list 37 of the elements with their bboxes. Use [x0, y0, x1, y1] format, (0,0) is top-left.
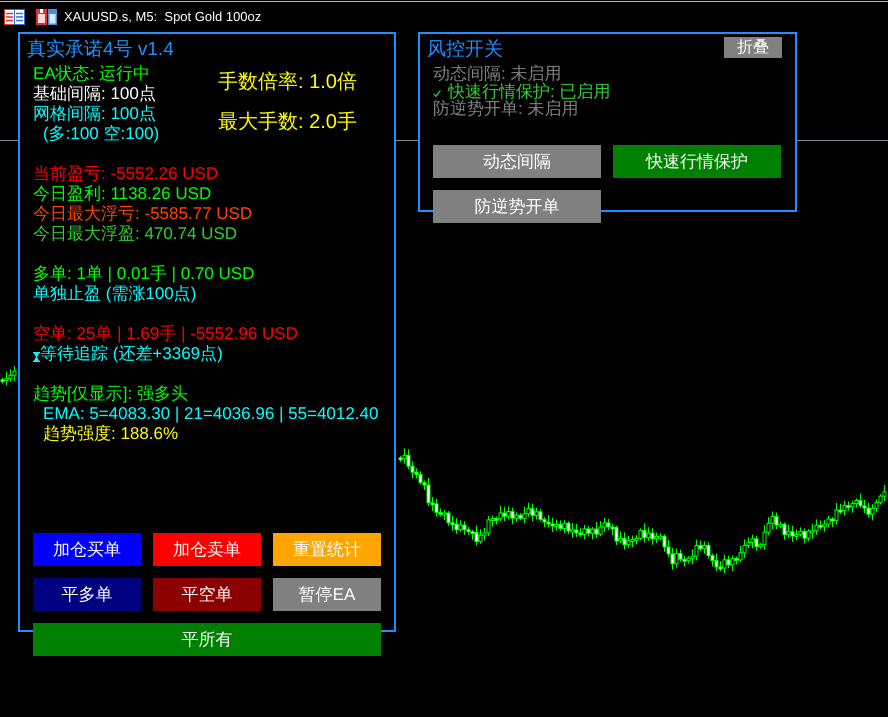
window-title: XAUUSD.s, M5: Spot Gold 100oz: [64, 9, 262, 25]
status-text: EMA: 5=4083.30 | 21=4036.96 | 55=4012.40: [43, 404, 378, 424]
action-button[interactable]: 暂停EA: [273, 578, 381, 611]
layout-icon[interactable]: [36, 9, 57, 25]
status-text: 当前盈亏: -5552.26 USD: [33, 164, 218, 184]
toggle-status-text: 动态间隔: 未启用: [433, 65, 562, 82]
action-button[interactable]: 平多单: [33, 578, 141, 611]
hourglass-icon: [33, 352, 40, 362]
action-button[interactable]: 加仓买单: [33, 533, 141, 566]
status-text: EA状态: 运行中: [33, 64, 150, 84]
toggle-button[interactable]: 动态间隔: [433, 144, 601, 178]
toggle-button[interactable]: 快速行情保护: [613, 144, 781, 178]
collapse-button[interactable]: 折叠: [724, 37, 782, 58]
lot-setting-text: 最大手数: 2.0手: [218, 110, 357, 135]
toggle-status-text: 快速行情保护: 已启用: [448, 82, 610, 100]
status-text: 趋势强度: 188.6%: [43, 424, 178, 444]
action-button[interactable]: 平空单: [153, 578, 261, 611]
panel-title: 风控开关: [427, 38, 503, 62]
table-icon[interactable]: [4, 9, 25, 25]
lot-setting-text: 手数倍率: 1.0倍: [218, 70, 357, 95]
toggle-status-text: 防逆势开单: 未启用: [433, 100, 578, 118]
status-text: 趋势[仅显示]: 强多头: [33, 384, 188, 404]
action-button[interactable]: 平所有: [33, 623, 381, 656]
status-text: 多单: 1单 | 0.01手 | 0.70 USD: [33, 264, 254, 284]
status-text: 今日最大浮亏: -5585.77 USD: [33, 204, 252, 224]
status-text: 网格间隔: 100点: [33, 104, 156, 124]
panel-title: 真实承诺4号 v1.4: [27, 38, 174, 62]
status-text: 基础间隔: 100点: [33, 84, 156, 104]
status-text: 空单: 25单 | 1.69手 | -5552.96 USD: [33, 324, 298, 344]
check-icon: [433, 90, 441, 98]
toggle-button[interactable]: 防逆势开单: [433, 190, 601, 222]
status-text: 单独止盈 (需涨100点): [33, 284, 196, 304]
status-text: 今日最大浮盈: 470.74 USD: [33, 224, 238, 244]
status-text: 今日盈利: 1138.26 USD: [33, 184, 212, 204]
status-text: (多:100 空:100): [43, 124, 160, 144]
status-text: 等待追踪 (还差+3369点): [40, 344, 223, 364]
action-button[interactable]: 加仓卖单: [153, 533, 261, 566]
